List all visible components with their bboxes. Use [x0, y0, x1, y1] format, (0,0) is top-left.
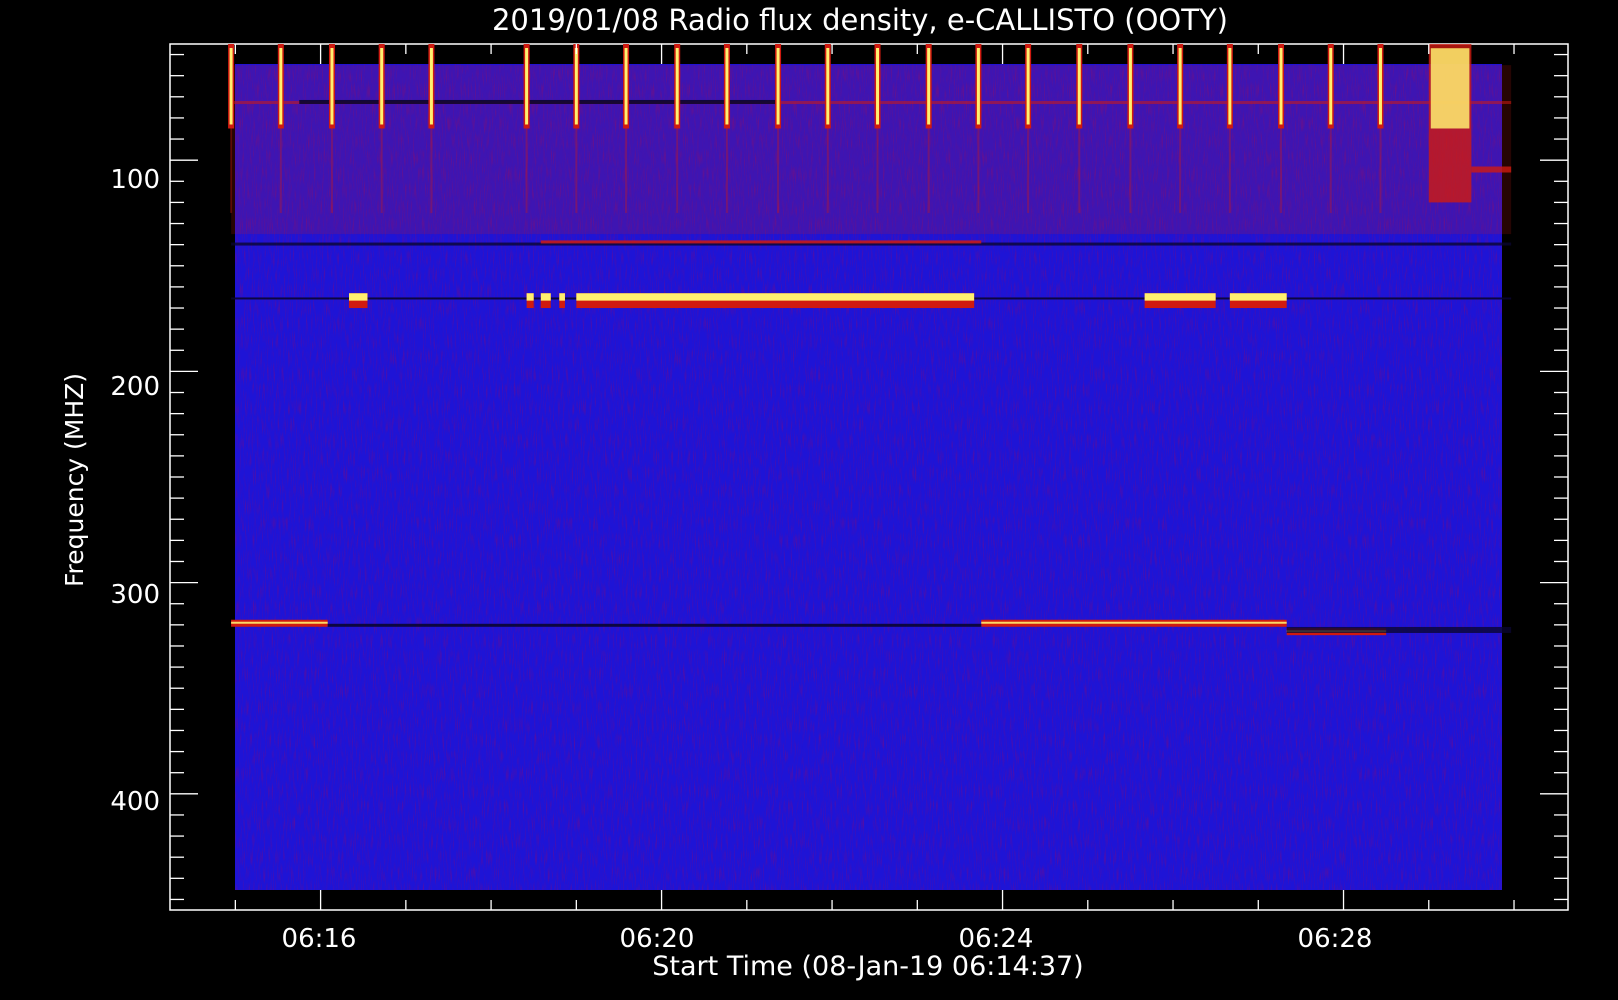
red-line-139mhz	[540, 240, 982, 244]
burst-yellow-19	[1228, 48, 1232, 125]
burst-yellow-16	[1077, 48, 1081, 125]
strong-burst-red-tail	[1471, 166, 1512, 173]
burst-tail-14	[977, 128, 980, 213]
burst-yellow-17	[1128, 48, 1132, 125]
burst-tail-21	[1329, 128, 1332, 213]
burst-tail-12	[876, 128, 879, 213]
band-165-yellow-3	[559, 293, 565, 301]
burst-yellow-7	[624, 48, 628, 125]
burst-yellow-13	[927, 48, 931, 125]
dark-line-322mhz	[1286, 626, 1512, 633]
burst-tail-8	[676, 128, 679, 213]
burst-yellow-4	[429, 48, 433, 125]
band-165-yellow-1	[526, 293, 534, 301]
burst-tail-0	[230, 128, 233, 213]
burst-yellow-0	[229, 48, 233, 125]
burst-tail-6	[575, 128, 578, 213]
burst-yellow-22	[1378, 48, 1382, 125]
x-tick-label-0620: 06:20	[620, 924, 695, 954]
burst-tail-7	[625, 128, 628, 213]
burst-yellow-10	[776, 48, 780, 125]
burst-yellow-20	[1279, 48, 1283, 125]
burst-yellow-3	[380, 48, 384, 125]
burst-tail-11	[826, 128, 829, 213]
x-tick-label-0628: 06:28	[1298, 924, 1373, 954]
burst-tail-5	[525, 128, 528, 213]
band-165-yellow-4	[576, 293, 975, 301]
burst-yellow-8	[675, 48, 679, 125]
y-tick-label-100: 100	[110, 165, 160, 195]
y-tick-label-400: 400	[110, 787, 160, 817]
burst-yellow-1	[279, 48, 283, 125]
burst-yellow-5	[525, 48, 529, 125]
y-axis-label: Frequency (MHZ)	[60, 373, 89, 587]
burst-tail-20	[1280, 128, 1283, 213]
dark-line-320mhz	[327, 623, 982, 627]
burst-tail-15	[1027, 128, 1030, 213]
band-165-yellow-5	[1144, 293, 1216, 301]
burst-yellow-14	[976, 48, 980, 125]
chart-title: 2019/01/08 Radio flux density, e-CALLIST…	[492, 3, 1228, 37]
band-165-yellow-0	[349, 293, 368, 301]
spectrogram-image	[228, 44, 1512, 890]
burst-tail-18	[1179, 128, 1182, 213]
burst-yellow-12	[876, 48, 880, 125]
red-haze-band	[231, 65, 1512, 235]
burst-yellow-15	[1026, 48, 1030, 125]
burst-tail-10	[777, 128, 780, 213]
burst-yellow-18	[1178, 48, 1182, 125]
burst-yellow-21	[1329, 48, 1333, 125]
burst-yellow-9	[725, 48, 729, 125]
burst-tail-2	[330, 128, 333, 213]
burst-yellow-11	[826, 48, 830, 125]
dark-line-73mhz	[299, 99, 776, 104]
burst-tail-4	[430, 128, 433, 213]
burst-tail-9	[725, 128, 728, 213]
burst-yellow-2	[330, 48, 334, 125]
burst-tail-17	[1129, 128, 1132, 213]
burst-tail-13	[927, 128, 930, 213]
band-165-yellow-2	[540, 293, 551, 301]
y-tick-label-300: 300	[110, 580, 160, 610]
spectrogram-chart: 2019/01/08 Radio flux density, e-CALLIST…	[60, 3, 1569, 982]
x-tick-label-0624: 06:24	[959, 924, 1034, 954]
band-165-yellow-6	[1229, 293, 1287, 301]
band-320-yellow-0	[231, 621, 328, 624]
burst-yellow-6	[574, 48, 578, 125]
x-axis-label: Start Time (08-Jan-19 06:14:37)	[652, 951, 1083, 982]
x-tick-label-0616: 06:16	[282, 924, 357, 954]
burst-tail-19	[1228, 128, 1231, 213]
strong-burst-yellow	[1430, 48, 1470, 129]
burst-tail-1	[279, 128, 282, 213]
band-320-yellow-1	[981, 621, 1287, 624]
burst-tail-22	[1379, 128, 1382, 213]
burst-tail-3	[380, 128, 383, 213]
burst-tail-16	[1078, 128, 1081, 213]
y-tick-label-200: 200	[110, 372, 160, 402]
